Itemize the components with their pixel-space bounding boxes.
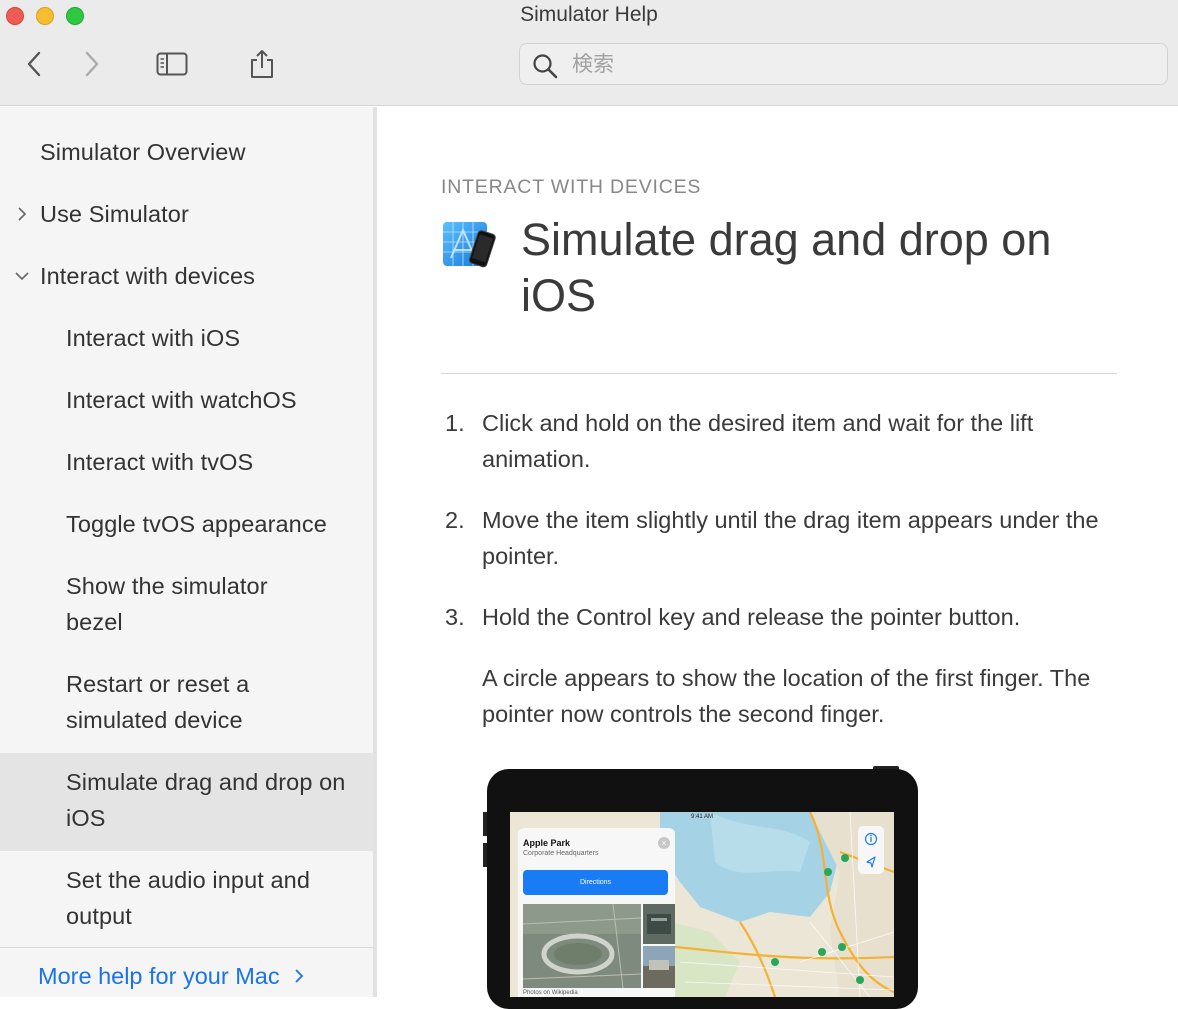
step-text: Move the item slightly until the drag it… xyxy=(482,507,1099,569)
section-eyebrow: INTERACT WITH DEVICES xyxy=(441,176,702,198)
info-icon xyxy=(864,832,878,846)
sidebar-item-label: Simulate drag and drop on iOS xyxy=(66,769,346,831)
step-text: Hold the Control key and release the poi… xyxy=(482,604,1021,630)
place-title: Apple Park xyxy=(523,838,571,848)
disclosure-collapsed-icon[interactable] xyxy=(14,206,30,222)
place-card: Apple Park Corporate Headquarters × Dire… xyxy=(518,828,675,997)
sidebar-item-label: Interact with tvOS xyxy=(66,449,254,475)
location-arrow-icon xyxy=(866,856,876,868)
sidebar-item-label: Restart or reset a simulated device xyxy=(66,671,250,733)
sidebar-item-interact-with-watchos[interactable]: Interact with watchOS xyxy=(0,382,373,420)
search-icon xyxy=(533,54,558,79)
building-photo xyxy=(643,904,675,944)
sidebar-icon xyxy=(156,52,188,76)
share-icon xyxy=(251,50,273,78)
step-3: 3. Hold the Control key and release the … xyxy=(441,599,1131,635)
sidebar-footer-divider xyxy=(0,947,373,948)
directions-button: Directions xyxy=(523,870,668,895)
sidebar-item-show-simulator-bezel[interactable]: Show the simulator bezel xyxy=(0,568,373,642)
step-2: 2. Move the item slightly until the drag… xyxy=(441,502,1131,574)
back-button[interactable] xyxy=(14,44,54,84)
place-subtitle: Corporate Headquarters xyxy=(523,850,599,857)
close-icon: × xyxy=(658,837,670,849)
toggle-sidebar-button[interactable] xyxy=(150,44,194,84)
step-number: 3. xyxy=(445,604,465,630)
sidebar-item-label: Toggle tvOS appearance xyxy=(66,511,327,537)
step-text: Click and hold on the desired item and w… xyxy=(482,410,1034,472)
page-title: Simulate drag and drop on iOS xyxy=(521,214,1052,321)
chevron-right-icon xyxy=(85,51,99,77)
ipad-screen-maps: 9:41 AM Apple Park Corporate Headquarter… xyxy=(510,812,894,997)
sidebar-item-simulator-overview[interactable]: Simulator Overview xyxy=(0,134,373,172)
step-1: 1. Click and hold on the desired item an… xyxy=(441,405,1131,477)
sidebar-item-label: Interact with watchOS xyxy=(66,387,297,413)
disclosure-expanded-icon[interactable] xyxy=(14,268,30,284)
photo-caption: Photos on Wikipedia xyxy=(523,990,578,996)
sidebar-divider[interactable] xyxy=(373,107,377,997)
status-time: 9:41 AM xyxy=(690,814,713,820)
forward-button[interactable] xyxy=(72,44,112,84)
sidebar-item-set-audio-input-output[interactable]: Set the audio input and output xyxy=(0,862,373,936)
map-controls xyxy=(858,826,884,874)
sidebar-item-label: Interact with devices xyxy=(40,263,255,289)
sidebar-item-label: Interact with iOS xyxy=(66,325,241,351)
sidebar-item-restart-or-reset[interactable]: Restart or reset a simulated device xyxy=(0,666,373,740)
sidebar-item-label: Set the audio input and output xyxy=(66,867,311,929)
sidebar-item-simulate-drag-and-drop[interactable]: Simulate drag and drop on iOS xyxy=(0,753,373,851)
sidebar-item-label: Simulator Overview xyxy=(40,139,246,165)
share-button[interactable] xyxy=(240,44,284,84)
step-number: 2. xyxy=(445,507,465,533)
sidebar-item-interact-with-ios[interactable]: Interact with iOS xyxy=(0,320,373,358)
sidebar-item-interact-with-tvos[interactable]: Interact with tvOS xyxy=(0,444,373,482)
search-field[interactable] xyxy=(519,43,1168,85)
search-input[interactable] xyxy=(572,44,1152,84)
title-divider xyxy=(441,373,1117,374)
step-number: 1. xyxy=(445,410,465,436)
sidebar-item-toggle-tvos-appearance[interactable]: Toggle tvOS appearance xyxy=(0,506,373,544)
chevron-right-icon xyxy=(294,969,303,983)
ios-status-bar: 9:41 AM xyxy=(510,812,894,824)
sidebar-item-use-simulator[interactable]: Use Simulator xyxy=(0,196,373,234)
window-title: Simulator Help xyxy=(520,3,658,26)
step-3-note: A circle appears to show the location of… xyxy=(482,665,1091,727)
window-toolbar: Simulator Help xyxy=(0,0,1178,106)
simulator-app-icon xyxy=(443,222,496,268)
more-help-label: More help for your Mac xyxy=(38,963,280,989)
campus-photo xyxy=(643,946,675,988)
chevron-left-icon xyxy=(27,51,41,77)
more-help-link[interactable]: More help for your Mac xyxy=(38,958,304,994)
sidebar-item-label: Use Simulator xyxy=(40,201,189,227)
sidebar-item-label: Show the simulator bezel xyxy=(66,573,268,635)
sidebar-item-interact-with-devices[interactable]: Interact with devices xyxy=(0,258,373,296)
aerial-photo xyxy=(523,904,641,988)
